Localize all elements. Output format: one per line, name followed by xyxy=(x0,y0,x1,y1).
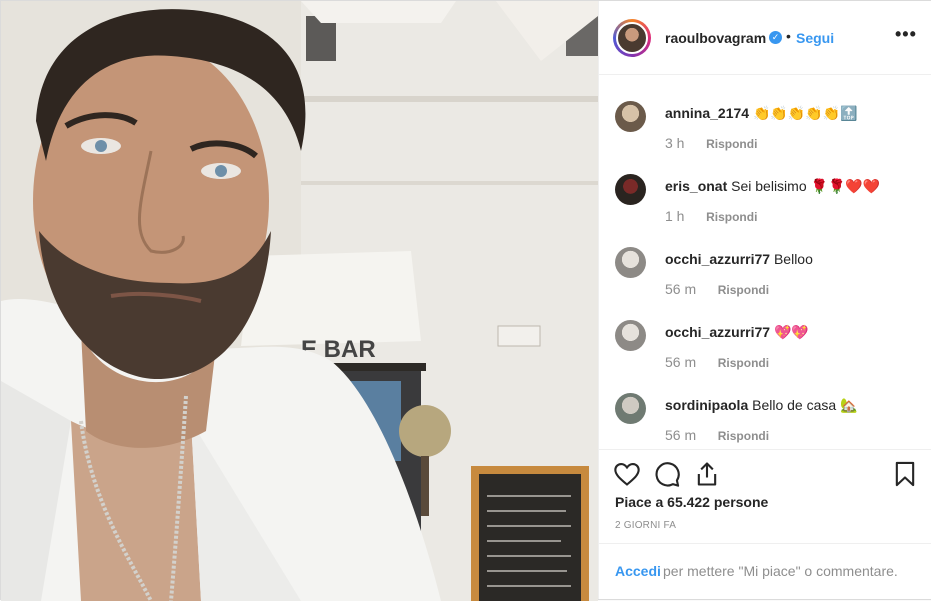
comment-meta: 56 m Rispondi xyxy=(665,427,769,443)
separator-dot: • xyxy=(786,28,791,44)
comment-item: sordinipaola Bello de casa 🏡 56 m Rispon… xyxy=(599,393,931,449)
follow-button[interactable]: Segui xyxy=(796,30,834,46)
comment-meta: 1 h Rispondi xyxy=(665,208,757,224)
username-link[interactable]: raoulbovagram xyxy=(665,30,766,46)
share-icon[interactable] xyxy=(693,460,721,488)
comment-username[interactable]: sordinipaola xyxy=(665,397,748,413)
reply-button[interactable]: Rispondi xyxy=(718,356,769,370)
more-options-icon[interactable]: ••• xyxy=(895,24,917,45)
comment-body: eris_onat Sei belisimo 🌹🌹❤️❤️ xyxy=(665,178,925,195)
verified-badge-icon: ✓ xyxy=(769,31,782,44)
post-actions: Piace a 65.422 persone 2 GIORNI FA xyxy=(599,449,931,543)
likes-count[interactable]: Piace a 65.422 persone xyxy=(615,494,768,510)
commenter-avatar[interactable] xyxy=(615,247,646,278)
comment-body: annina_2174 👏👏👏👏👏🔝 xyxy=(665,105,925,122)
comment-icon[interactable] xyxy=(653,460,681,488)
comment-username[interactable]: eris_onat xyxy=(665,178,727,194)
commenter-avatar[interactable] xyxy=(615,320,646,351)
reply-button[interactable]: Rispondi xyxy=(706,210,757,224)
selfie-illustration: E BAR xyxy=(1,1,598,601)
post-side-panel: raoulbovagram ✓ • Segui ••• annina_2174 … xyxy=(598,1,931,599)
comment-item: eris_onat Sei belisimo 🌹🌹❤️❤️ 1 h Rispon… xyxy=(599,174,931,244)
post-photo[interactable]: E BAR xyxy=(1,1,598,601)
profile-avatar[interactable] xyxy=(613,19,651,57)
post-header: raoulbovagram ✓ • Segui ••• xyxy=(599,1,931,75)
reply-button[interactable]: Rispondi xyxy=(706,137,757,151)
reply-button[interactable]: Rispondi xyxy=(718,283,769,297)
commenter-avatar[interactable] xyxy=(615,393,646,424)
comment-item: occhi_azzurri77 Belloo 56 m Rispondi xyxy=(599,247,931,317)
comment-item: occhi_azzurri77 💖💖 56 m Rispondi xyxy=(599,320,931,390)
comment-username[interactable]: occhi_azzurri77 xyxy=(665,251,770,267)
comment-time: 1 h xyxy=(665,208,685,224)
bookmark-icon[interactable] xyxy=(891,460,919,488)
comment-body: occhi_azzurri77 💖💖 xyxy=(665,324,925,341)
comment-time: 3 h xyxy=(665,135,685,151)
post-date[interactable]: 2 GIORNI FA xyxy=(615,520,676,531)
comment-time: 56 m xyxy=(665,427,697,443)
comment-time: 56 m xyxy=(665,281,697,297)
comment-username[interactable]: annina_2174 xyxy=(665,105,749,121)
comment-text: Sei belisimo 🌹🌹❤️❤️ xyxy=(731,178,881,194)
avatar-image xyxy=(616,22,648,54)
comment-time: 56 m xyxy=(665,354,697,370)
comment-body: occhi_azzurri77 Belloo xyxy=(665,251,925,267)
comment-item: annina_2174 👏👏👏👏👏🔝 3 h Rispondi xyxy=(599,101,931,171)
commenter-avatar[interactable] xyxy=(615,101,646,132)
comment-meta: 56 m Rispondi xyxy=(665,281,769,297)
login-prompt: Accedi per mettere "Mi piace" o commenta… xyxy=(599,543,931,599)
reply-button[interactable]: Rispondi xyxy=(718,429,769,443)
comment-meta: 56 m Rispondi xyxy=(665,354,769,370)
instagram-post: E BAR raoulbovagram ✓ • Segui ••• annina… xyxy=(0,0,931,601)
login-link[interactable]: Accedi xyxy=(615,563,661,579)
heart-icon[interactable] xyxy=(613,460,641,488)
comment-text: 💖💖 xyxy=(773,324,809,340)
comments-list[interactable]: annina_2174 👏👏👏👏👏🔝 3 h Rispondi eris_ona… xyxy=(599,75,931,449)
comment-meta: 3 h Rispondi xyxy=(665,135,757,151)
comment-text: 👏👏👏👏👏🔝 xyxy=(752,105,858,121)
comment-body: sordinipaola Bello de casa 🏡 xyxy=(665,397,925,414)
login-prompt-text: per mettere "Mi piace" o commentare. xyxy=(663,563,898,579)
comment-username[interactable]: occhi_azzurri77 xyxy=(665,324,770,340)
commenter-avatar[interactable] xyxy=(615,174,646,205)
comment-text: Belloo xyxy=(773,251,813,267)
comment-text: Bello de casa 🏡 xyxy=(752,397,858,413)
